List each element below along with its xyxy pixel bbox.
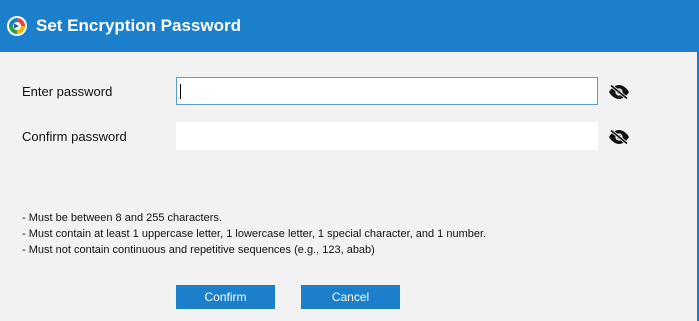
- requirement-character-types: - Must contain at least 1 uppercase lett…: [22, 228, 487, 240]
- text-caret: [180, 84, 181, 99]
- encryption-password-dialog: Set Encryption Password Enter password C…: [0, 0, 699, 321]
- requirement-no-sequences: - Must not contain continuous and repeti…: [22, 244, 375, 256]
- password-label: Enter password: [22, 84, 113, 99]
- confirm-password-input[interactable]: [176, 122, 598, 150]
- requirement-length: - Must be between 8 and 255 characters.: [22, 212, 222, 224]
- confirm-button[interactable]: Confirm: [176, 285, 275, 309]
- confirm-password-label: Confirm password: [22, 129, 127, 144]
- cancel-button[interactable]: Cancel: [301, 285, 400, 309]
- eye-hidden-icon[interactable]: [608, 129, 630, 145]
- dialog-body: Enter password Confirm password - Must b…: [0, 52, 697, 321]
- password-input[interactable]: [176, 77, 598, 105]
- dialog-title: Set Encryption Password: [36, 16, 241, 35]
- password-requirements: - Must be between 8 and 255 characters. …: [22, 210, 486, 258]
- title-bar: Set Encryption Password: [0, 0, 699, 52]
- app-logo-icon: [7, 16, 27, 36]
- eye-hidden-icon[interactable]: [608, 84, 630, 100]
